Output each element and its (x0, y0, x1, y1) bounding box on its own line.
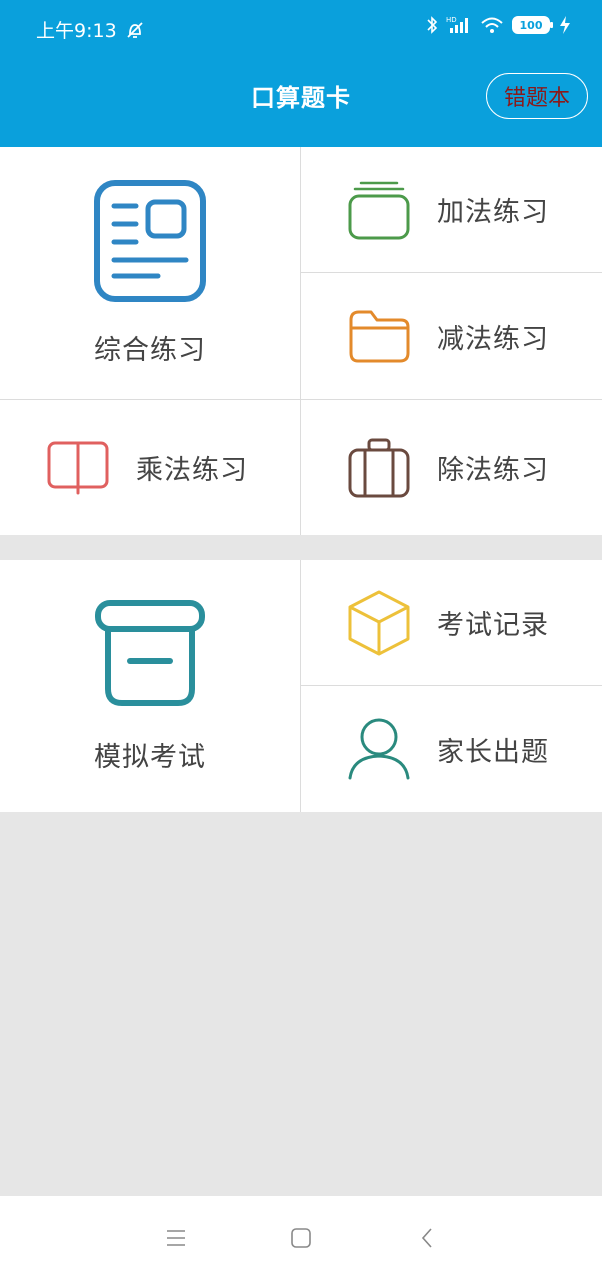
cube-icon (348, 590, 410, 655)
addition-practice-label: 加法练习 (437, 197, 549, 228)
archive-box-icon (95, 599, 205, 706)
multiplication-practice-label: 乘法练习 (136, 455, 248, 486)
back-nav-button[interactable] (407, 1218, 447, 1258)
menu-icon (167, 1230, 185, 1246)
menu-nav-button[interactable] (156, 1218, 196, 1258)
exam-record-card[interactable]: 考试记录 (301, 560, 602, 686)
back-chevron-icon (421, 1228, 432, 1248)
division-practice-card[interactable]: 除法练习 (301, 400, 602, 535)
wrong-book-button[interactable]: 错题本 (486, 73, 588, 119)
subtraction-practice-card[interactable]: 减法练习 (301, 273, 602, 400)
status-bar: 上午9:13 HD 100 (0, 0, 602, 60)
multiplication-practice-card[interactable]: 乘法练习 (0, 400, 301, 535)
division-practice-label: 除法练习 (437, 455, 549, 486)
practice-grid: 综合练习 加法练习 减法练习 乘法练习 除法练习 (0, 147, 602, 535)
wifi-icon (481, 17, 503, 33)
charging-icon (560, 16, 570, 34)
system-nav-bar (0, 1196, 602, 1276)
bluetooth-icon (427, 16, 438, 34)
mute-alarm-icon (127, 21, 143, 38)
status-icons: HD 100 (426, 15, 572, 35)
home-nav-button[interactable] (281, 1218, 321, 1258)
parent-questions-label: 家长出题 (437, 736, 549, 768)
briefcase-icon (348, 438, 410, 497)
parent-questions-card[interactable]: 家长出题 (301, 686, 602, 812)
status-time: 上午9:13 (36, 20, 117, 42)
comprehensive-practice-label: 综合练习 (94, 334, 206, 366)
comprehensive-practice-card[interactable]: 综合练习 (0, 147, 301, 400)
mock-exam-card[interactable]: 模拟考试 (0, 560, 301, 812)
signal-hd-badge: HD (446, 16, 457, 24)
layers-icon (348, 181, 410, 239)
home-square-icon (291, 1228, 311, 1248)
folder-icon (349, 310, 410, 363)
signal-icon: HD (446, 16, 468, 33)
book-icon (47, 441, 109, 494)
mock-exam-label: 模拟考试 (94, 741, 206, 773)
subtraction-practice-label: 减法练习 (437, 323, 549, 355)
exam-record-label: 考试记录 (437, 610, 549, 641)
app-header: 上午9:13 HD 100 口算题卡 错题本 (0, 0, 602, 147)
exam-grid: 模拟考试 考试记录 家长出题 (0, 560, 602, 812)
battery-indicator: 100 (512, 16, 553, 34)
document-icon (94, 179, 206, 302)
status-time-area: 上午9:13 (36, 16, 145, 43)
user-icon (348, 718, 410, 780)
addition-practice-card[interactable]: 加法练习 (301, 147, 602, 273)
